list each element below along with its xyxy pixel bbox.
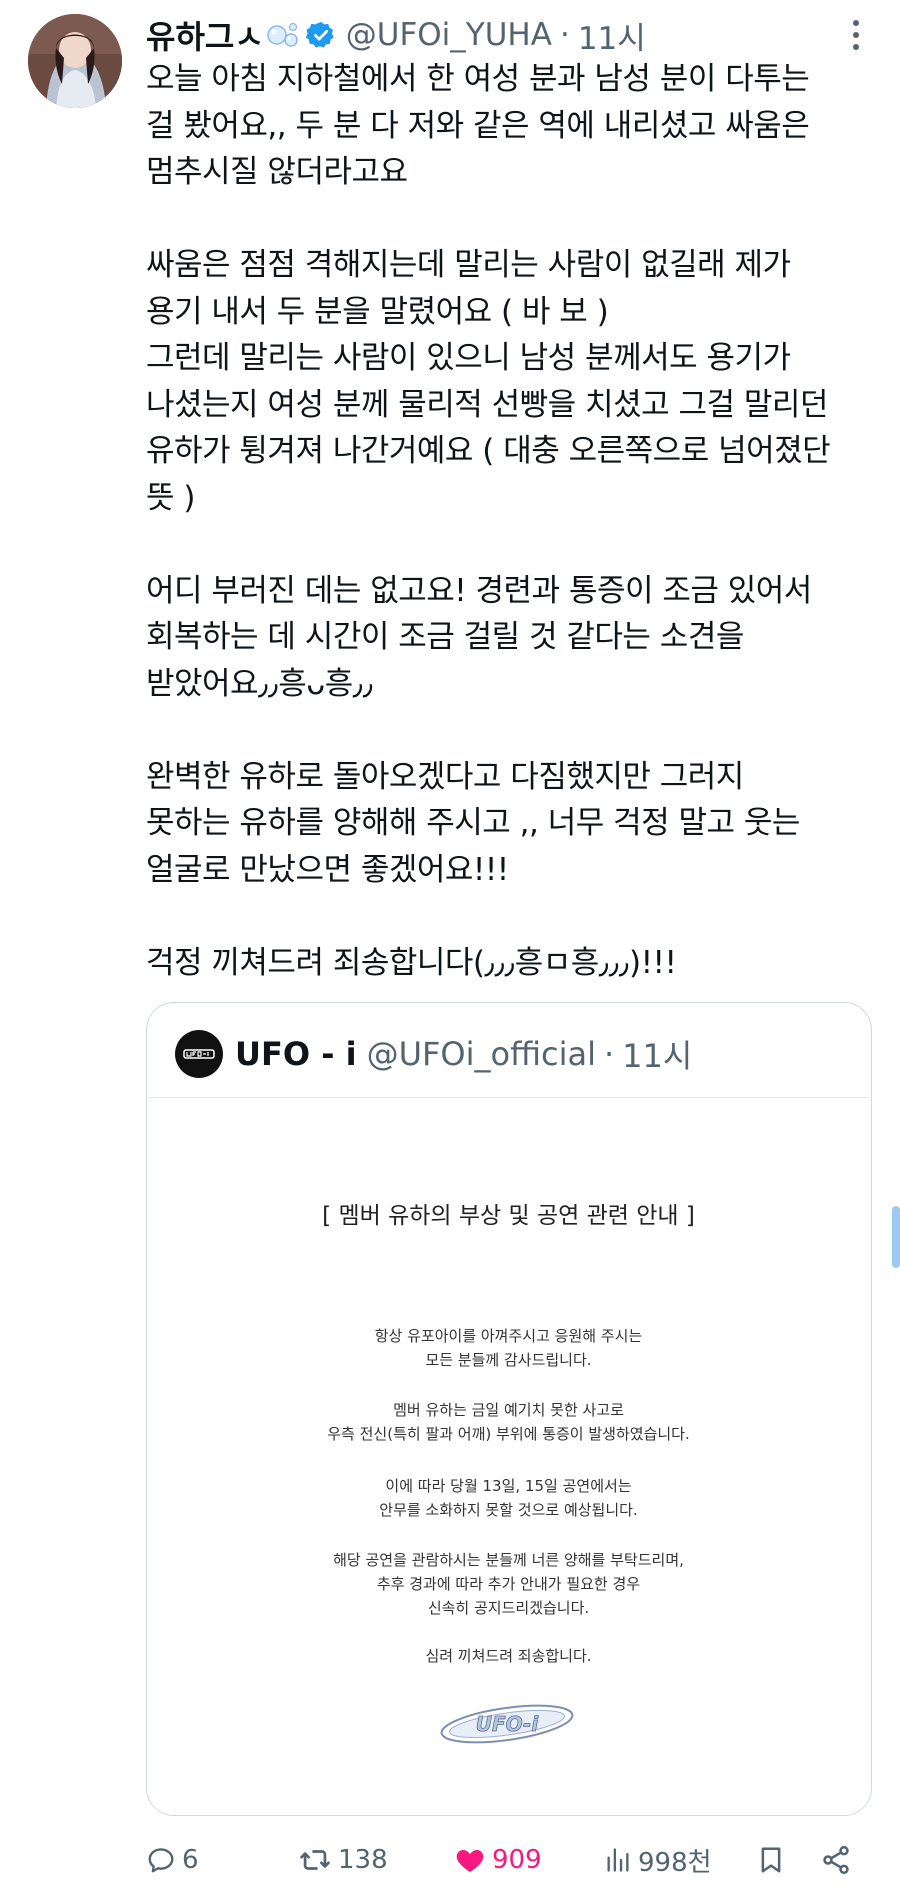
retweet-button[interactable]: 138 (298, 1840, 388, 1880)
author-handle[interactable]: @UFOi_YUHA (346, 17, 552, 53)
reply-button[interactable]: 6 (146, 1840, 199, 1880)
verified-badge-icon (305, 20, 336, 50)
notice-paragraph-3: 이에 따라 당월 13일, 15일 공연에서는 안무를 소화하지 못할 것으로 … (379, 1477, 638, 1519)
tweet-time[interactable]: 11시 (578, 13, 646, 58)
ufo-i-logo-icon[interactable] (175, 1030, 223, 1078)
notice-paragraph-4: 해당 공연을 관람하시는 분들께 너른 양해를 부탁드리며, 추후 경과에 따라… (333, 1551, 684, 1617)
views-button[interactable]: 998천 (604, 1840, 712, 1880)
quoted-tweet-header: UFO - i @UFOi_official · 11시 (175, 1030, 692, 1078)
retweet-icon (300, 1850, 330, 1870)
heart-filled-icon (456, 1850, 484, 1872)
quoted-handle[interactable]: @UFOi_official (367, 1035, 596, 1073)
views-count: 998천 (638, 1847, 712, 1878)
notice-paragraph-1: 항상 유포아이를 아껴주시고 응원해 주시는 모든 분들께 감사드립니다. (374, 1327, 643, 1369)
reply-icon (148, 1848, 174, 1873)
tweet-header: 유하그ㅅ @UFOi_YUHA · 11시 (146, 12, 646, 58)
separator-dot: · (559, 17, 570, 53)
retweet-count: 138 (338, 1845, 388, 1875)
quoted-time[interactable]: 11시 (622, 1031, 692, 1077)
notice-paragraph-2: 멤버 유하는 금일 예기치 못한 사고로 우측 전신(특히 팔과 어깨) 부위에… (327, 1401, 690, 1443)
reply-count: 6 (182, 1845, 199, 1875)
quoted-tweet[interactable]: UFO - i @UFOi_official · 11시 [ 멤버 유하의 부상… (146, 1002, 872, 1816)
quoted-display-name[interactable]: UFO - i (235, 1035, 357, 1073)
tweet-action-bar: 6 138 909 998천 (0, 1840, 900, 1880)
tweet-body: 오늘 아침 지하철에서 한 여성 분과 남성 분이 다투는 걸 봤어요,, 두 … (146, 61, 831, 981)
notice-title: [ 멤버 유하의 부상 및 공연 관련 안내 ] (322, 1203, 695, 1229)
author-avatar[interactable] (28, 14, 122, 108)
notice-paragraph-5: 심려 끼쳐드려 죄송합니다. (425, 1647, 592, 1665)
separator-dot: · (603, 1035, 615, 1073)
bookmark-button[interactable] (756, 1840, 786, 1880)
share-icon (823, 1845, 849, 1875)
bubbles-icon (266, 19, 302, 51)
scrollbar-thumb[interactable] (892, 1206, 900, 1268)
views-chart-icon (607, 1848, 629, 1872)
share-button[interactable] (820, 1840, 852, 1880)
display-name[interactable]: 유하그ㅅ (146, 12, 264, 58)
like-button[interactable]: 909 (454, 1840, 542, 1880)
bookmark-icon (761, 1847, 781, 1873)
ufo-i-brand-logo: UFO-i (440, 1704, 574, 1744)
avatar-photo (28, 14, 122, 108)
notice-image[interactable]: [ 멤버 유하의 부상 및 공연 관련 안내 ] 항상 유포아이를 아껴주시고 … (147, 1097, 870, 1815)
like-count: 909 (492, 1845, 542, 1875)
more-vertical-icon[interactable] (848, 18, 864, 52)
brand-logo-text: UFO-i (476, 1712, 540, 1736)
